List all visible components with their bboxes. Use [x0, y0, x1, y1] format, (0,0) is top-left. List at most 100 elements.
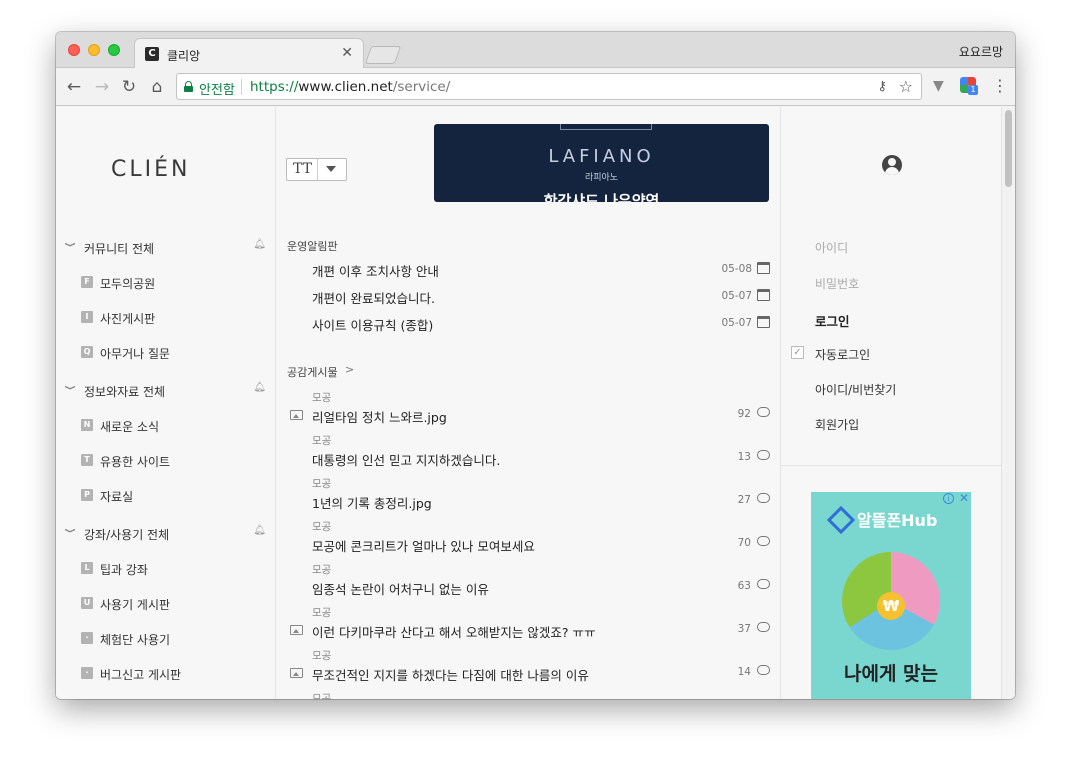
board-label: 팁과 강좌 [100, 563, 148, 577]
category-community[interactable]: ❯ 커뮤니티 전체 🔔︎ [65, 238, 266, 258]
notice-item[interactable]: 사이트 이용규칙 (종합) 05-07 [312, 312, 770, 334]
auto-login-checkbox[interactable]: ✓ [791, 346, 804, 359]
font-size-dropdown[interactable]: TT [286, 158, 347, 181]
list-item[interactable]: 모공 1년의 기록 총정리.jpg 27 [289, 476, 770, 519]
comment-count: 13 [737, 451, 751, 463]
find-account-link[interactable]: 아이디/비번찾기 [815, 381, 896, 398]
bookmark-star-icon[interactable]: ☆ [899, 77, 913, 96]
comment-count: 37 [737, 623, 751, 635]
new-tab-button[interactable] [364, 46, 402, 64]
extension-badge: 1 [968, 85, 978, 95]
chevron-down-icon: ❯ [64, 384, 76, 391]
comment-icon [757, 622, 770, 632]
sidebar-item-files[interactable]: P 자료실 [81, 486, 261, 506]
zoom-window-button[interactable] [108, 44, 120, 56]
close-tab-icon[interactable]: ✕ [341, 46, 353, 60]
post-board: 모공 [312, 650, 332, 662]
comment-icon [757, 665, 770, 675]
notice-item[interactable]: 개편이 완료되었습니다. 05-07 [312, 285, 770, 307]
notice-date: 05-07 [721, 290, 752, 302]
notice-section-title[interactable]: 운영알림판 [287, 238, 338, 254]
bell-icon[interactable]: 🔔︎ [253, 239, 266, 250]
list-item[interactable]: 모공 리얼타임 정치 느와르.jpg 92 [289, 390, 770, 433]
board-label: 아무거나 질문 [100, 347, 171, 361]
chevron-down-icon: ❯ [64, 527, 76, 534]
list-item[interactable]: 모공 무조건적인 지지를 하겠다는 다짐에 대한 나름의 이유 14 [289, 648, 770, 691]
sidebar-item-bugs[interactable]: · 버그신고 게시판 [81, 664, 261, 684]
scrollbar[interactable] [1001, 107, 1015, 699]
site-logo[interactable]: CLIÉN [111, 157, 190, 182]
address-bar[interactable]: 안전함 https://www.clien.net/service/ ⚷ ☆ [176, 73, 922, 100]
ad-info-icon[interactable]: i [943, 493, 954, 504]
sidebar-item-question[interactable]: Q 아무거나 질문 [81, 343, 261, 363]
post-title: 무조건적인 지지를 하겠다는 다짐에 대한 나름의 이유 [312, 668, 589, 683]
image-icon [290, 668, 303, 678]
board-label: 버그신고 게시판 [100, 668, 182, 682]
close-window-button[interactable] [68, 44, 80, 56]
forward-arrow-icon[interactable]: → [92, 77, 112, 97]
comment-count: 70 [737, 537, 751, 549]
ad-close-icon[interactable]: ✕ [959, 492, 969, 505]
banner-slogan: 한강샤드 나유양역 [543, 192, 660, 202]
left-sidebar: CLIÉN ❯ 커뮤니티 전체 🔔︎ F 모두의공원 I 사진게시판 Q 아무거… [56, 107, 276, 699]
id-input[interactable]: 아이디 [815, 239, 848, 256]
list-item[interactable]: 모공 모공에 콘크리트가 얼마나 있나 모여보세요 70 [289, 519, 770, 562]
extension-v-icon[interactable]: ▼ [933, 78, 944, 94]
sidebar-item-park[interactable]: F 모두의공원 [81, 273, 261, 293]
password-input[interactable]: 비밀번호 [815, 275, 859, 292]
notice-title: 사이트 이용규칙 (종합) [312, 318, 434, 333]
comment-count: 14 [737, 666, 751, 678]
user-avatar-icon [882, 155, 902, 175]
post-board: 모공 [312, 564, 332, 576]
category-lecture[interactable]: ❯ 강좌/사용기 전체 🔔︎ [64, 524, 266, 544]
reload-icon[interactable]: ↻ [119, 77, 139, 97]
key-icon[interactable]: ⚷ [877, 79, 887, 94]
bell-icon[interactable]: 🔔︎ [253, 382, 266, 393]
comment-count: 92 [737, 408, 751, 420]
board-badge: I [81, 311, 93, 323]
popular-section-title[interactable]: 공감게시물 [287, 364, 338, 380]
sidebar-item-sites[interactable]: T 유용한 사이트 [81, 451, 261, 471]
notice-date: 05-07 [721, 317, 752, 329]
list-item[interactable]: 모공 대통령의 인선 믿고 지지하겠습니다. 13 [289, 433, 770, 476]
calendar-icon [757, 262, 770, 274]
sidebar-item-experience[interactable]: · 체험단 사용기 [81, 629, 261, 649]
tab-active[interactable]: C 클리앙 ✕ [134, 38, 364, 69]
login-button[interactable]: 로그인 [815, 311, 850, 330]
signup-link[interactable]: 회원가입 [815, 416, 859, 433]
ad-banner[interactable]: LAFIANO 라피아노 한강샤드 나유양역 [434, 124, 769, 202]
sidebar-item-news[interactable]: N 새로운 소식 [81, 416, 261, 436]
lock-icon[interactable] [184, 81, 193, 92]
scrollbar-thumb[interactable] [1005, 110, 1012, 187]
right-sidebar: 아이디 비밀번호 로그인 ✓ 자동로그인 아이디/비번찾기 회원가입 i ✕ 알… [780, 107, 1015, 699]
home-icon[interactable]: ⌂ [147, 77, 167, 97]
board-label: 유용한 사이트 [100, 455, 171, 469]
favicon-icon: C [145, 47, 159, 61]
minimize-window-button[interactable] [88, 44, 100, 56]
browser-menu-icon[interactable]: ⋮ [992, 76, 1008, 96]
list-item[interactable]: 모공 이런 다키마쿠라 산다고 해서 오해받지는 않겠죠? ㅠㅠ 37 [289, 605, 770, 648]
sidebar-item-photo[interactable]: I 사진게시판 [81, 308, 261, 328]
list-item[interactable]: 모공 임종석 논란이 어처구니 없는 이유 63 [289, 562, 770, 605]
comment-icon [757, 536, 770, 546]
sidebar-item-reviews[interactable]: U 사용기 게시판 [81, 594, 261, 614]
post-board: 모공 [312, 478, 332, 490]
auto-login-label[interactable]: 자동로그인 [815, 346, 870, 363]
comment-icon [757, 407, 770, 417]
sidebar-item-tips[interactable]: L 팁과 강좌 [81, 559, 261, 579]
post-board: 모공 [312, 521, 332, 533]
profile-name[interactable]: 요요르망 [959, 43, 1003, 60]
calendar-icon [757, 289, 770, 301]
url-text[interactable]: https://www.clien.net/service/ [250, 79, 450, 95]
bell-icon[interactable]: 🔔︎ [253, 525, 266, 536]
category-info[interactable]: ❯ 정보와자료 전체 🔔︎ [64, 381, 266, 401]
notice-item[interactable]: 개편 이후 조치사항 안내 05-08 [312, 258, 770, 280]
main-content: TT LAFIANO 라피아노 한강샤드 나유양역 운영알림판 개편 이후 조치… [277, 107, 780, 699]
won-icon: ₩ [877, 592, 905, 620]
chevron-right-icon[interactable]: > [345, 363, 354, 376]
back-arrow-icon[interactable]: ← [64, 77, 84, 97]
list-item[interactable]: 모공 [289, 691, 770, 699]
side-ad[interactable]: i ✕ 알뜰폰Hub ₩ 나에게 맞는 [811, 492, 971, 699]
url-scheme: https:// [250, 79, 299, 95]
security-label[interactable]: 안전함 [199, 79, 235, 98]
